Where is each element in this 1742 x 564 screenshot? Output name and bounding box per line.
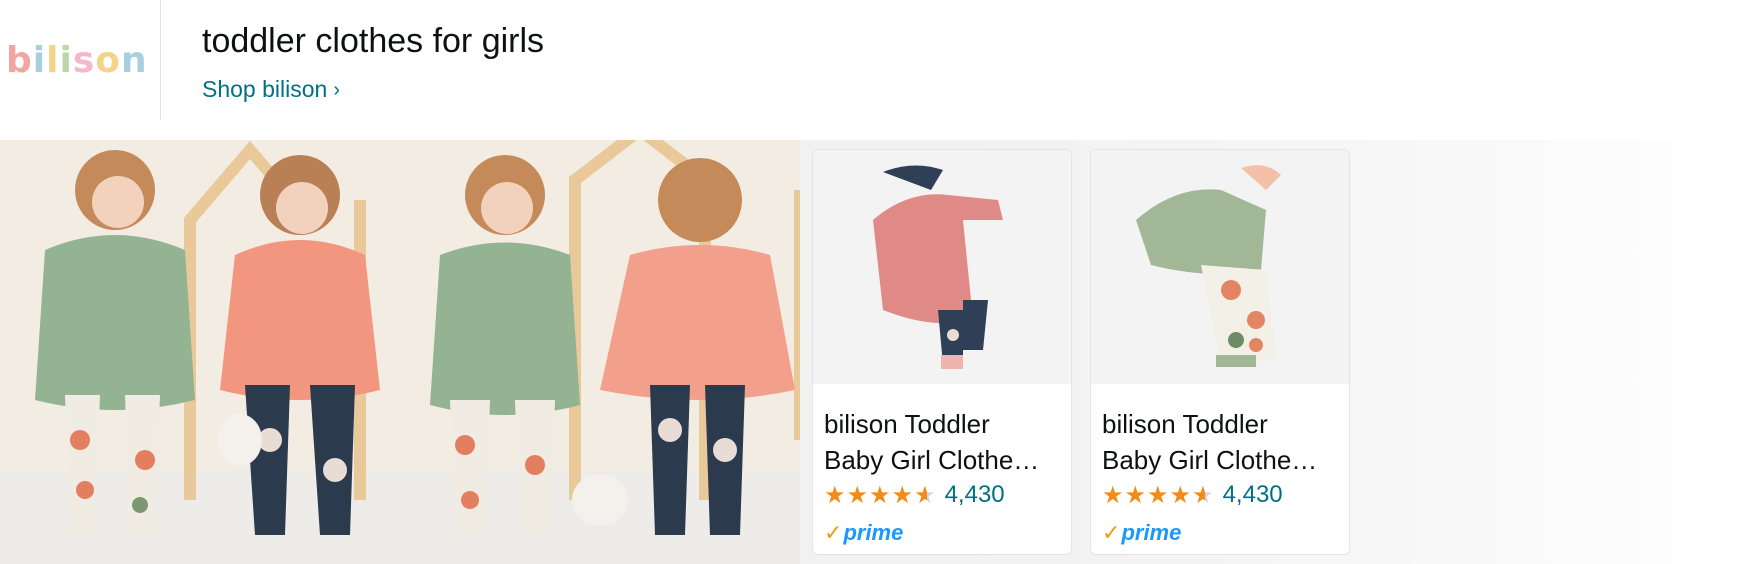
headline[interactable]: toddler clothes for girls <box>202 22 544 61</box>
product-title-line: bilison Toddler <box>1102 409 1268 439</box>
product-title[interactable]: bilison Toddler Baby Girl Clothe… <box>824 406 1062 478</box>
product-image[interactable] <box>813 150 1071 384</box>
product-card[interactable]: bilison Toddler Baby Girl Clothe… ★ ★ ★ ★ ★ … <box>1090 149 1350 555</box>
review-count[interactable]: 4,430 <box>1223 481 1283 509</box>
hero-lifestyle-image[interactable] <box>0 140 800 564</box>
product-title-line: bilison Toddler <box>824 409 990 439</box>
chevron-right-icon: › <box>333 79 340 101</box>
brand-logo-box[interactable]: bilison <box>0 0 161 120</box>
product-rating[interactable]: ★ ★ ★ ★ ★ 4,430 <box>1102 480 1283 510</box>
product-image[interactable] <box>1091 150 1349 384</box>
shop-brand-label: Shop bilison <box>202 76 328 102</box>
shop-brand-link[interactable]: Shop bilison › <box>202 76 340 103</box>
product-strip: bilison Toddler Baby Girl Clothe… ★ ★ ★ ★ ★ … <box>0 140 1742 564</box>
star-rating-icon: ★ ★ ★ ★ ★ <box>1102 481 1214 509</box>
brand-logo[interactable]: bilison <box>6 40 148 81</box>
product-title-line: Baby Girl Clothe… <box>824 445 1040 475</box>
product-title[interactable]: bilison Toddler Baby Girl Clothe… <box>1102 406 1340 478</box>
prime-badge-icon: ✓prime <box>824 520 904 545</box>
star-rating-icon: ★ ★ ★ ★ ★ <box>824 481 936 509</box>
sponsored-brand-header: bilison toddler clothes for girls Shop b… <box>0 0 1742 138</box>
review-count[interactable]: 4,430 <box>945 481 1005 509</box>
prime-badge-icon: ✓prime <box>1102 520 1182 545</box>
product-title-line: Baby Girl Clothe… <box>1102 445 1318 475</box>
product-card[interactable]: bilison Toddler Baby Girl Clothe… ★ ★ ★ ★ ★ … <box>812 149 1072 555</box>
product-rating[interactable]: ★ ★ ★ ★ ★ 4,430 <box>824 480 1005 510</box>
